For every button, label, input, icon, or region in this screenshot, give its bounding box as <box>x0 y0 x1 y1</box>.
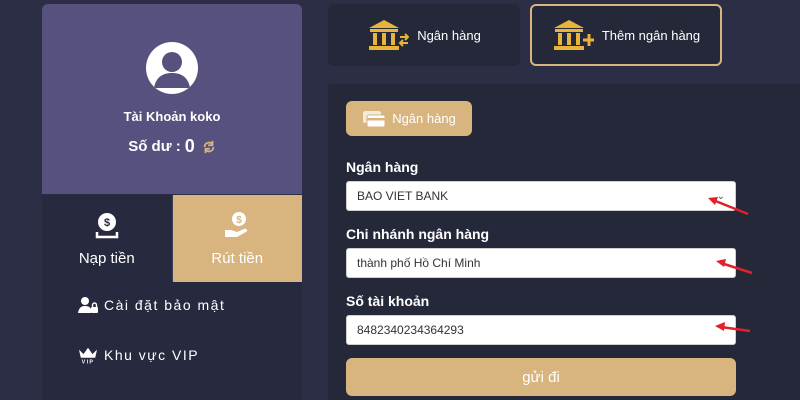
branch-input[interactable]: thành phố Hồ Chí Minh <box>346 248 736 278</box>
branch-input-value: thành phố Hồ Chí Minh <box>357 256 481 270</box>
svg-text:$: $ <box>236 215 242 226</box>
balance-label: Số dư : <box>128 138 181 155</box>
bank-select-value: BAO VIET BANK <box>357 189 449 203</box>
menu-item-vip[interactable]: VIP Khu vực VIP <box>78 346 199 364</box>
account-number-label: Số tài khoản <box>346 293 430 309</box>
deposit-button[interactable]: $ Nạp tiền <box>42 195 173 282</box>
account-number-value: 8482340234364293 <box>357 323 464 337</box>
bank-select[interactable]: BAO VIET BANK ⌄ <box>346 181 736 211</box>
branch-field-label: Chi nhánh ngân hàng <box>346 226 490 242</box>
menu-item-security[interactable]: Cài đặt bảo mật <box>78 296 225 314</box>
user-lock-icon <box>78 297 98 313</box>
svg-text:$: $ <box>104 217 110 229</box>
tab-bank[interactable]: Ngân hàng <box>328 4 520 66</box>
annotation-arrow-icon <box>708 197 749 216</box>
balance-value: 0 <box>184 136 195 156</box>
credit-card-icon <box>363 110 386 127</box>
money-bag-download-icon: $ <box>95 213 118 239</box>
account-name: Tài Khoản koko <box>123 109 221 124</box>
bank-add-icon <box>553 20 594 50</box>
annotation-arrow-icon <box>716 259 753 275</box>
tab-bank-label: Ngân hàng <box>417 27 481 43</box>
submit-button[interactable]: gửi đi <box>346 358 736 396</box>
vip-crown-icon: VIP <box>79 347 97 364</box>
deposit-label: Nạp tiền <box>78 250 135 267</box>
add-bank-form: Ngân hàng Ngân hàng BAO VIET BANK ⌄ Chi … <box>328 84 800 400</box>
withdraw-label: Rút tiền <box>211 250 264 267</box>
bank-chip-label: Ngân hàng <box>392 111 456 126</box>
menu-item-vip-label: Khu vực VIP <box>104 347 200 363</box>
svg-text:VIP: VIP <box>82 360 95 364</box>
refresh-icon[interactable] <box>202 140 216 154</box>
balance-display: Số dư : 0 <box>42 136 302 157</box>
account-number-input[interactable]: 8482340234364293 <box>346 315 736 345</box>
bank-transfer-icon <box>369 20 410 50</box>
side-menu: Cài đặt bảo mật VIP Khu vực VIP <box>42 282 302 400</box>
profile-card: Tài Khoản koko Số dư : 0 <box>42 4 302 194</box>
tab-add-bank[interactable]: Thêm ngân hàng <box>530 4 722 66</box>
withdraw-button[interactable]: $ Rút tiền <box>172 195 302 282</box>
user-avatar-icon <box>146 42 198 94</box>
bank-chip-button[interactable]: Ngân hàng <box>346 101 472 136</box>
deposit-withdraw-row: $ Nạp tiền $ Rút tiền <box>42 195 302 282</box>
bank-field-label: Ngân hàng <box>346 159 419 175</box>
tab-add-bank-label: Thêm ngân hàng <box>601 27 701 43</box>
hand-money-icon: $ <box>225 212 248 237</box>
menu-item-security-label: Cài đặt bảo mật <box>104 297 226 313</box>
annotation-arrow-icon <box>715 322 751 333</box>
